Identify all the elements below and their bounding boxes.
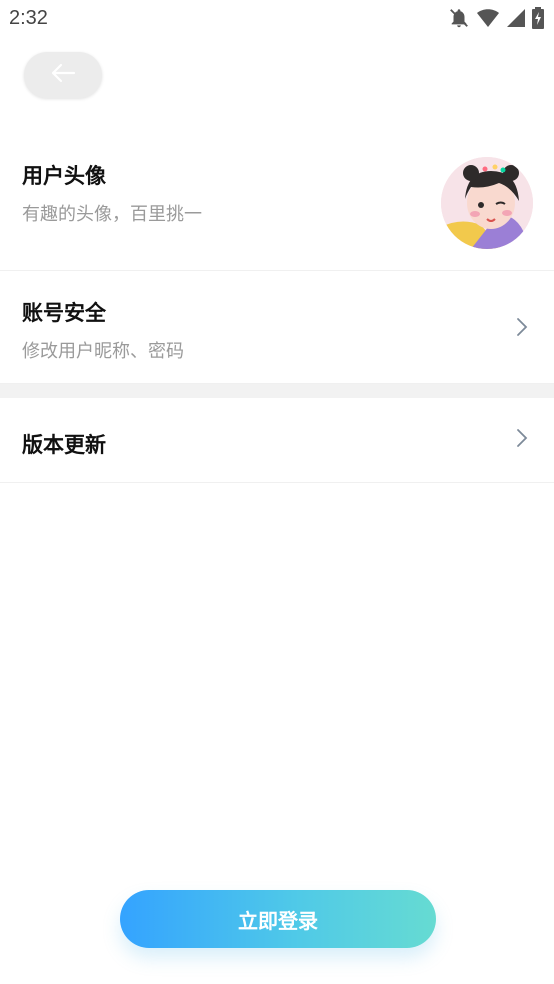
back-button[interactable] [24, 52, 102, 98]
section-divider [0, 384, 554, 398]
login-button[interactable]: 立即登录 [120, 890, 436, 948]
status-time: 2:32 [9, 7, 48, 29]
account-security-title: 账号安全 [22, 301, 106, 325]
avatar-row-title: 用户头像 [22, 164, 106, 188]
version-update-row[interactable]: 版本更新 [0, 398, 554, 483]
status-icons [448, 7, 544, 33]
wifi-icon [476, 7, 500, 33]
signal-icon [506, 8, 526, 32]
arrow-left-icon [50, 63, 76, 87]
battery-charging-icon [532, 7, 544, 33]
avatar-row-subtitle: 有趣的头像，百里挑一 [22, 204, 202, 225]
chevron-right-icon [516, 428, 528, 452]
account-security-row[interactable]: 账号安全 修改用户昵称、密码 [0, 271, 554, 384]
notifications-off-icon [448, 7, 470, 33]
status-bar: 2:32 [0, 0, 554, 38]
avatar[interactable] [441, 157, 533, 249]
version-update-title: 版本更新 [22, 433, 106, 457]
account-security-subtitle: 修改用户昵称、密码 [22, 341, 184, 362]
chevron-right-icon [516, 317, 528, 341]
